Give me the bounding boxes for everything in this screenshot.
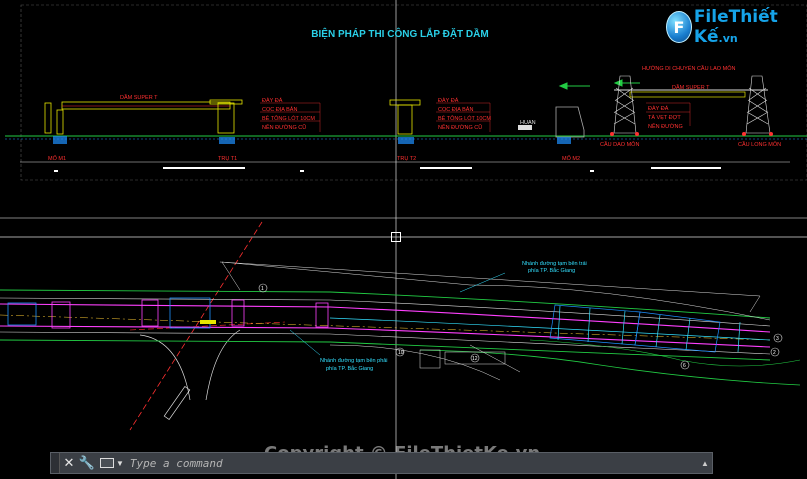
svg-text:NỀN ĐƯỜNG: NỀN ĐƯỜNG <box>648 123 683 130</box>
plan-note-bottom-2: phía TP. Bắc Giang <box>326 365 373 372</box>
svg-text:BÊ TÔNG LÓT 10CM: BÊ TÔNG LÓT 10CM <box>262 114 315 122</box>
gantry-crane: DẦM SUPER T HƯỚNG DI CHUYỂN CẦU LAO MÔN <box>610 65 773 136</box>
label-tru-t2: TRỤ T2 <box>397 156 416 162</box>
label-direction-note: HƯỚNG DI CHUYỂN CẦU LAO MÔN <box>642 65 735 72</box>
svg-text:2: 2 <box>773 350 776 356</box>
crosshair-pickbox <box>391 232 401 242</box>
logo-suffix: .vn <box>718 32 738 45</box>
command-line-grip[interactable] <box>51 453 60 473</box>
label-cau-long-mon: CẦU LONG MÔN <box>738 141 781 148</box>
svg-text:12: 12 <box>472 356 478 362</box>
label-huan: HUAN <box>520 120 536 126</box>
label-mo-m1: MỐ M1 <box>48 155 66 162</box>
svg-text:NỀN ĐƯỜNG CŨ: NỀN ĐƯỜNG CŨ <box>262 124 306 131</box>
command-prompt-icon <box>100 458 114 468</box>
drawing-title: BIỆN PHÁP THI CÔNG LẮP ĐẶT DẦM <box>311 27 488 40</box>
command-input[interactable] <box>129 454 698 472</box>
label-mo-m2: MỐ M2 <box>562 155 580 162</box>
elevation-view: DẦM SUPER T MỐ M1 TRỤ T1 ĐÀY ĐÁ CỌC ĐỊA … <box>5 65 807 172</box>
command-line-bar: ✕ 🔧 ▼ ▲ <box>50 452 713 474</box>
plan-note-top: Nhánh đường tạm bên trái <box>522 261 587 267</box>
svg-text:ĐÀY ĐÁ: ĐÀY ĐÁ <box>262 97 283 104</box>
logo-badge-icon: F <box>666 11 692 43</box>
recent-commands-button[interactable]: ▼ <box>100 458 124 468</box>
svg-text:6: 6 <box>683 363 686 369</box>
svg-text:ĐÀY ĐÁ: ĐÀY ĐÁ <box>648 105 669 112</box>
svg-text:TÀ VẸT ĐỢT: TÀ VẸT ĐỢT <box>648 114 681 121</box>
legend-right: ĐÀY ĐÁ TÀ VẸT ĐỢT NỀN ĐƯỜNG <box>646 102 691 130</box>
close-icon[interactable]: ✕ <box>60 453 78 473</box>
chevron-up-icon[interactable]: ▲ <box>698 453 712 473</box>
chevron-down-icon: ▼ <box>116 458 124 468</box>
customize-wrench-icon[interactable]: 🔧 <box>78 453 96 473</box>
legend-mid: ĐÀY ĐÁ CỌC ĐỊA BẢN BÊ TÔNG LÓT 10CM NỀN … <box>436 97 491 132</box>
plan-note-bottom: Nhánh đường tạm bên phải <box>320 358 388 364</box>
svg-text:10: 10 <box>398 350 404 356</box>
label-dam-super-t-left: DẦM SUPER T <box>120 94 158 101</box>
label-dam-super-t-right: DẦM SUPER T <box>672 84 710 91</box>
svg-text:NỀN ĐƯỜNG CŨ: NỀN ĐƯỜNG CŨ <box>438 124 482 131</box>
svg-text:CỌC ĐỊA BẢN: CỌC ĐỊA BẢN <box>438 106 473 113</box>
label-tru-t1: TRỤ T1 <box>218 156 237 162</box>
legend-left: ĐÀY ĐÁ CỌC ĐỊA BẢN BÊ TÔNG LÓT 10CM NỀN … <box>260 97 321 132</box>
svg-text:ĐÀY ĐÁ: ĐÀY ĐÁ <box>438 97 459 104</box>
svg-text:3: 3 <box>776 336 779 342</box>
watermark-logo: F FileThiết Kế.vn <box>666 7 800 47</box>
label-cau-dao-mon: CẦU DAO MÔN <box>600 141 639 148</box>
plan-note-top-2: phía TP. Bắc Giang <box>528 267 575 274</box>
cad-model-space[interactable]: BIỆN PHÁP THI CÔNG LẮP ĐẶT DẦM DẦM SUPER… <box>0 0 807 479</box>
plan-view: Nhánh đường tạm bên trái phía TP. Bắc Gi… <box>0 221 801 431</box>
svg-text:CỌC ĐỊA BẢN: CỌC ĐỊA BẢN <box>262 106 297 113</box>
svg-text:BÊ TÔNG LÓT 10CM: BÊ TÔNG LÓT 10CM <box>438 114 491 122</box>
svg-text:1: 1 <box>261 286 264 292</box>
